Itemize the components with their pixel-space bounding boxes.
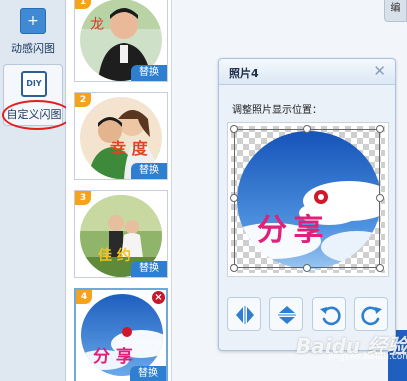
flip-horizontal-button[interactable]	[227, 297, 261, 331]
frame-number-badge: 2	[75, 93, 91, 107]
rotate-right-icon	[361, 306, 382, 326]
svg-text:龙: 龙	[90, 17, 104, 33]
frame-thumb-1[interactable]: 龙 1 替换	[74, 0, 168, 82]
panel-header: 照片4 ✕	[219, 59, 395, 85]
crop-handle-bc[interactable]	[303, 264, 311, 272]
replace-button[interactable]: 替换	[131, 261, 167, 277]
photo-art-text: 分 享	[93, 347, 133, 367]
frame-thumb-4-selected[interactable]: 分 享 4 × 替换	[74, 288, 168, 381]
rotate-left-button[interactable]	[312, 297, 346, 331]
flip-vertical-button[interactable]	[269, 297, 303, 331]
frame-list: 龙 1 替换 幸 度 2 替换 佳 约 3 替换 分 享 4 × 替换	[66, 0, 172, 381]
watermark-url: jingyan.baidu.com	[328, 352, 407, 362]
frame-number-badge: 1	[75, 0, 91, 9]
tool-dynamic-flash[interactable]: + 动感闪图	[3, 0, 63, 58]
tool-rail: + 动感闪图 DIY 自定义闪图	[0, 0, 72, 381]
crop-handle-ml[interactable]	[230, 194, 238, 202]
crop-frame[interactable]	[234, 129, 380, 268]
crop-handle-tl[interactable]	[230, 125, 238, 133]
photo-position-panel: 照片4 ✕ 调整照片显示位置： 美图秀秀 分 享	[218, 58, 396, 351]
rotate-right-button[interactable]	[354, 297, 388, 331]
crop-handle-br[interactable]	[376, 264, 384, 272]
flip-horizontal-icon	[236, 306, 254, 324]
add-frame-icon: +	[20, 8, 46, 34]
crop-handle-tc[interactable]	[303, 125, 311, 133]
rotate-left-icon	[320, 306, 341, 326]
diy-icon: DIY	[21, 71, 47, 97]
editor-tab[interactable]: 编	[384, 0, 407, 22]
flip-vertical-icon	[278, 306, 296, 324]
app-window: + 动感闪图 DIY 自定义闪图 龙 1 替换 幸 度 2 替换 佳 约 3 替…	[0, 0, 407, 381]
frame-number-badge: 3	[75, 191, 91, 205]
photo-crop-stage[interactable]: 美图秀秀 分 享	[227, 122, 389, 277]
panel-title: 照片4	[229, 67, 259, 80]
photo-art-text: 佳 约	[98, 248, 131, 264]
frame-thumb-3[interactable]: 佳 约 3 替换	[74, 190, 168, 278]
replace-button[interactable]: 替换	[130, 366, 166, 381]
crop-handle-mr[interactable]	[376, 194, 384, 202]
crop-handle-tr[interactable]	[376, 125, 384, 133]
panel-hint: 调整照片显示位置：	[232, 105, 322, 116]
replace-button[interactable]: 替换	[131, 163, 167, 179]
frame-thumb-2[interactable]: 幸 度 2 替换	[74, 92, 168, 180]
close-circle-icon[interactable]: ×	[152, 291, 165, 304]
replace-button[interactable]: 替换	[131, 65, 167, 81]
annotation-circle	[2, 100, 72, 130]
photo-art-text: 幸 度	[110, 139, 148, 158]
close-icon[interactable]: ✕	[373, 63, 386, 79]
frame-photo: 分 享	[81, 294, 163, 376]
tool-dynamic-label: 动感闪图	[11, 42, 55, 55]
frame-number-badge: 4	[76, 290, 92, 304]
crop-handle-bl[interactable]	[230, 264, 238, 272]
